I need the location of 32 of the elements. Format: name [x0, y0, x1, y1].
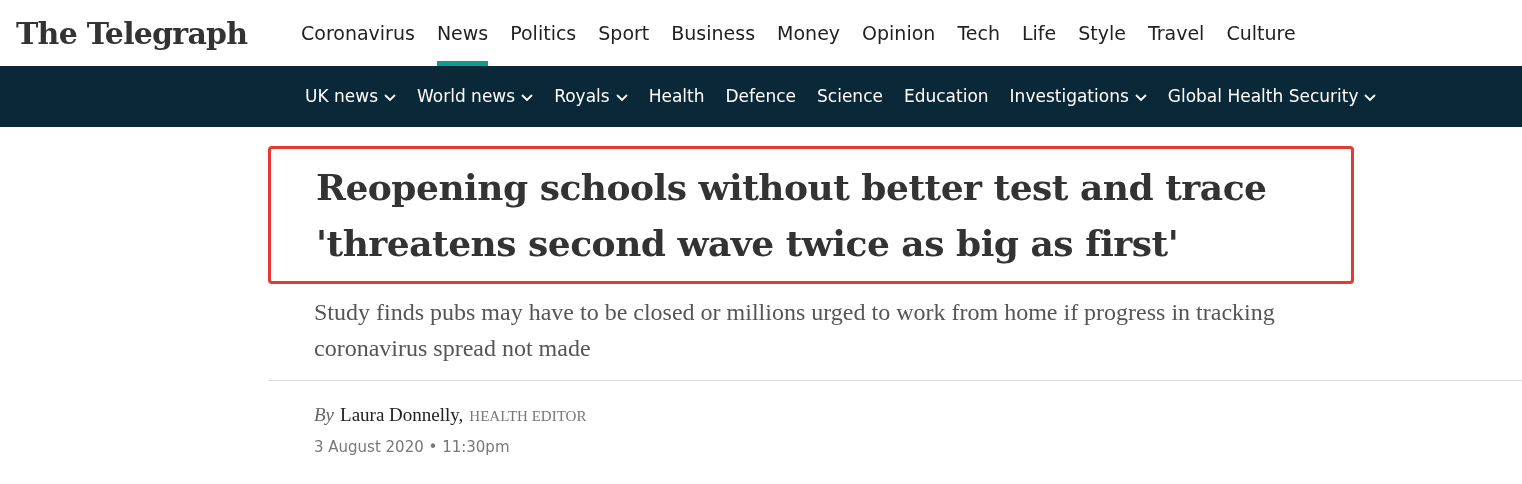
section-link[interactable]: World news — [417, 83, 534, 110]
section-link[interactable]: UK news — [305, 83, 396, 110]
section-link[interactable]: Royals — [554, 83, 628, 110]
nav-link[interactable]: Culture — [1226, 0, 1296, 66]
headline: Reopening schools without better test and trace 'threatens second wave twice as big as first' — [316, 165, 1268, 266]
author-link[interactable]: Laura Donnelly, — [340, 401, 464, 430]
nav-link[interactable]: Business — [671, 0, 756, 66]
section-link[interactable]: Defence — [725, 83, 797, 110]
chevron-down-icon — [615, 93, 628, 102]
nav-link[interactable]: Politics — [510, 0, 577, 66]
logo[interactable]: The Telegraph — [0, 0, 290, 66]
nav-link[interactable]: Style — [1078, 0, 1126, 66]
chevron-down-icon — [521, 93, 534, 102]
standfirst: Study finds pubs may have to be closed or millions urged to work from home if progress in tracking coronavirus spread not made — [313, 298, 1276, 363]
chevron-down-icon — [1364, 93, 1377, 102]
author-role: HEALTH EDITOR — [469, 407, 587, 426]
nav-link[interactable]: Opinion — [862, 0, 936, 66]
section-link[interactable]: Global Health Security — [1167, 83, 1377, 110]
nav-link[interactable]: Tech — [957, 0, 1000, 66]
nav-link[interactable]: Coronavirus — [301, 0, 415, 66]
chevron-down-icon — [384, 93, 396, 102]
section-link[interactable]: Science — [817, 83, 883, 110]
nav-link[interactable]: Travel — [1147, 0, 1205, 66]
publish-date: 3 August 2020 • 11:30pm — [314, 436, 511, 458]
nav-link[interactable]: Sport — [598, 0, 650, 66]
section-link[interactable]: Health — [648, 83, 705, 110]
byline-prefix: By — [314, 403, 335, 427]
nav-link[interactable]: Money — [777, 0, 841, 66]
section-link[interactable]: Education — [903, 83, 989, 110]
nav-link[interactable]: Life — [1021, 0, 1057, 66]
section-link[interactable]: Investigations — [1009, 83, 1147, 110]
chevron-down-icon — [1134, 93, 1147, 102]
